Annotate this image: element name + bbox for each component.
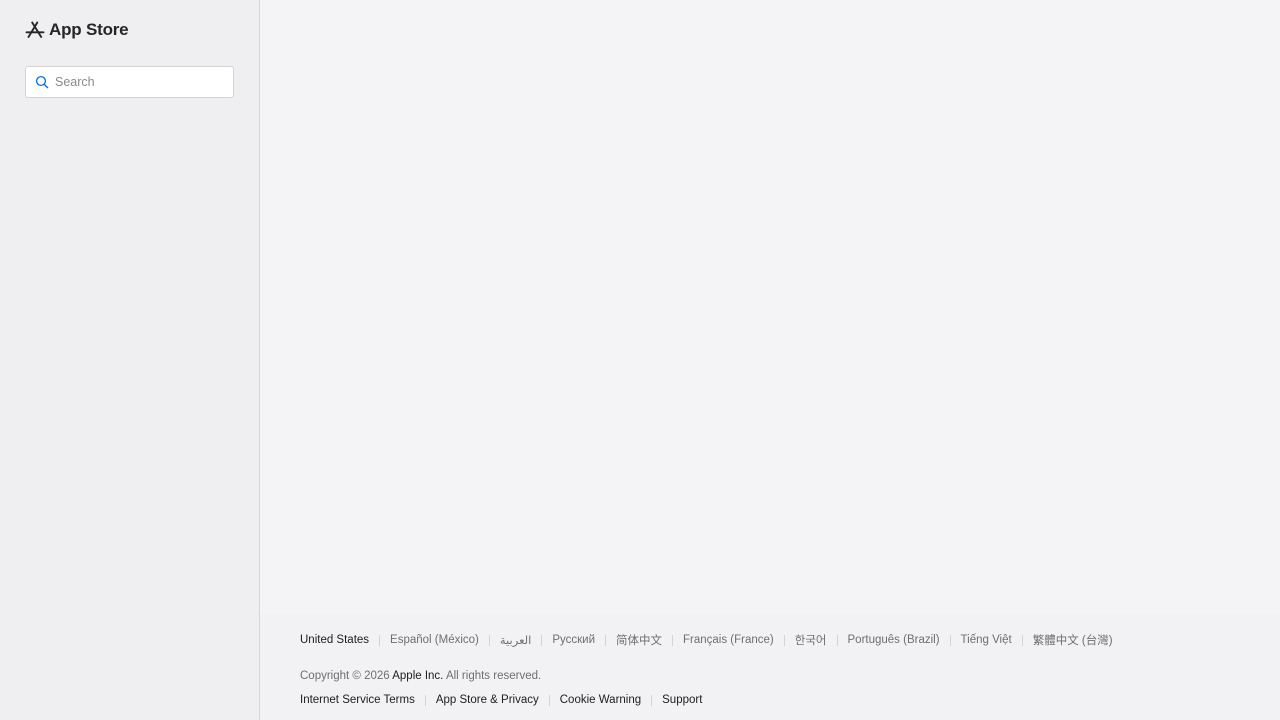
divider [548,694,550,706]
divider [672,634,673,646]
sidebar: App Store [0,0,260,720]
language-link-vietnamese[interactable]: Tiếng Việt [961,634,1012,646]
divider [949,634,951,646]
language-link-portugues-brazil[interactable]: Português (Brazil) [848,634,940,646]
internet-service-terms-link[interactable]: Internet Service Terms [300,694,415,706]
language-link-traditional-chinese-taiwan[interactable]: 繁體中文 (台灣) [1033,632,1113,648]
divider [1021,634,1023,646]
main-content [260,0,1280,720]
search-input[interactable] [55,75,225,89]
language-link-korean[interactable]: 한국어 [795,632,827,648]
language-link-francais-france[interactable]: Français (France) [683,634,774,646]
language-link-simplified-chinese[interactable]: 简体中文 [616,632,662,648]
language-link-arabic[interactable]: العربية [500,633,531,647]
cookie-warning-link[interactable]: Cookie Warning [560,694,641,706]
copyright-suffix: All rights reserved. [445,670,542,682]
brand-label: App Store [49,20,129,39]
copyright-notice: Copyright © 2026 Apple Inc. All rights r… [300,670,541,682]
divider [783,634,785,646]
app-store-privacy-link[interactable]: App Store & Privacy [436,694,539,706]
copyright-prefix: Copyright © 2026 [300,670,390,682]
search-box[interactable] [25,66,234,98]
copyright-company: Apple Inc. [392,670,444,682]
language-link-espanol-mexico[interactable]: Español (México) [390,634,479,646]
language-link-united-states[interactable]: United States [300,634,369,646]
divider [541,634,543,646]
footer: United States Español (México) العربية Р… [260,614,1280,720]
support-link[interactable]: Support [662,694,702,706]
app-window: App Store United States Español (México)… [0,0,1280,720]
app-store-home-link[interactable]: App Store [25,19,129,41]
divider [605,634,606,646]
legal-links: Internet Service Terms App Store & Priva… [300,694,702,706]
language-selector: United States Español (México) العربية Р… [300,632,1113,648]
divider [424,694,426,706]
language-link-russian[interactable]: Русский [552,634,595,646]
divider [488,634,490,646]
divider [379,634,381,646]
search-icon [35,75,49,89]
divider [836,634,838,646]
app-store-icon [25,20,45,40]
divider [651,694,653,706]
